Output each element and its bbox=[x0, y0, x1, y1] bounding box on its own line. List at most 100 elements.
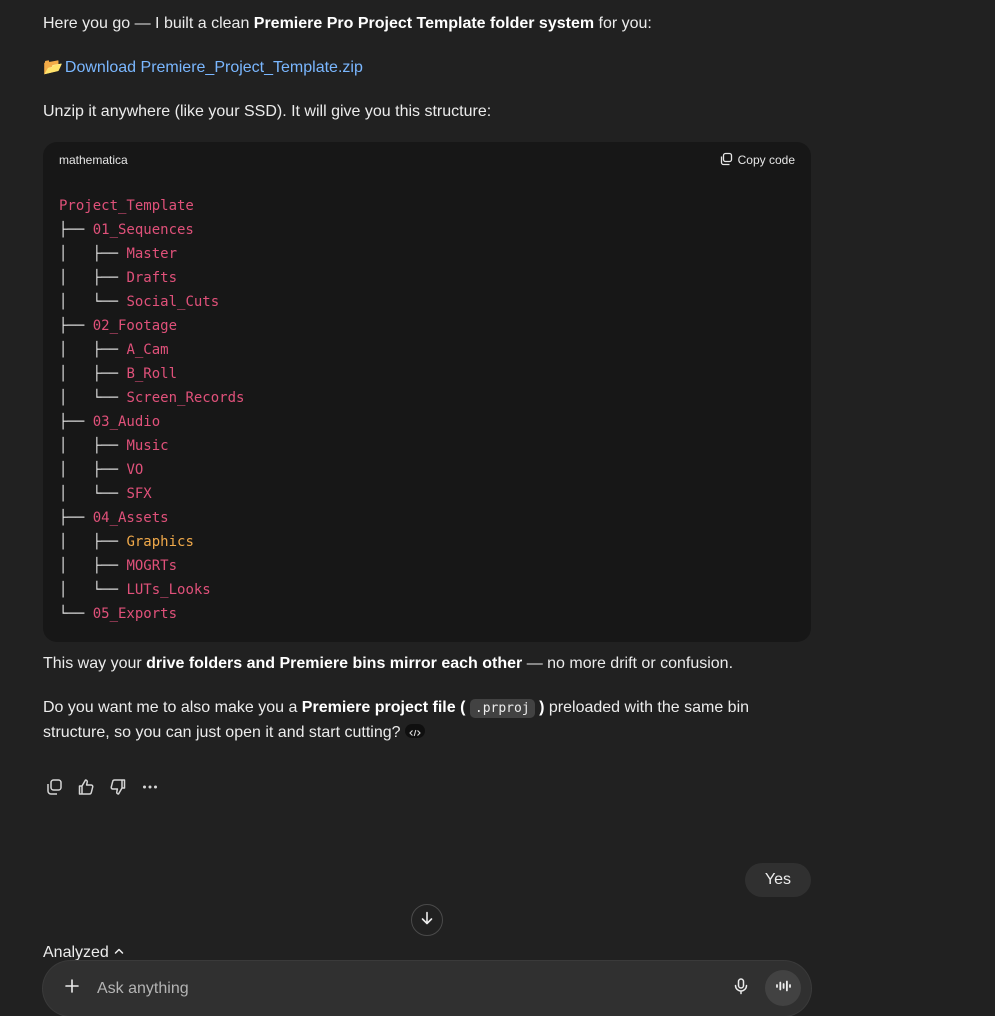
tree-prefix: │ └── bbox=[59, 294, 127, 310]
folder-icon: 📂 bbox=[43, 59, 63, 76]
thumbs-down-icon bbox=[109, 778, 127, 801]
tree-line: ├── 02_Footage bbox=[59, 314, 244, 338]
tree-folder-name: LUTs_Looks bbox=[126, 582, 211, 598]
tree-line: │ ├── MOGRTs bbox=[59, 554, 244, 578]
question-prefix: Do you want me to also make you a bbox=[43, 699, 302, 716]
tree-prefix: │ └── bbox=[59, 486, 127, 502]
tree-folder-name: SFX bbox=[126, 486, 152, 502]
outro-paragraph: This way your drive folders and Premiere… bbox=[43, 652, 811, 676]
tree-line: │ ├── VO bbox=[59, 458, 244, 482]
code-block: mathematica Copy code Project_Template ├─… bbox=[43, 142, 811, 642]
tree-line: │ ├── Drafts bbox=[59, 266, 244, 290]
tree-line: Project_Template bbox=[59, 194, 244, 218]
tree-folder-name: VO bbox=[126, 462, 144, 478]
tree-prefix: │ └── bbox=[59, 390, 127, 406]
add-attachment-button[interactable] bbox=[59, 975, 85, 1001]
tree-prefix: │ ├── bbox=[59, 558, 127, 574]
plus-icon bbox=[63, 977, 81, 1000]
download-link[interactable]: Download Premiere_Project_Template.zip bbox=[65, 59, 363, 76]
chevron-up-icon bbox=[113, 944, 125, 962]
inline-code-prproj: .prproj bbox=[469, 699, 535, 718]
tree-folder-name: MOGRTs bbox=[126, 558, 178, 574]
tree-line: │ └── Social_Cuts bbox=[59, 290, 244, 314]
tree-folder-name: Project_Template bbox=[59, 198, 194, 214]
dictate-button[interactable] bbox=[729, 976, 753, 1000]
tree-folder-name: Social_Cuts bbox=[126, 294, 220, 310]
composer bbox=[43, 961, 811, 1016]
intro-suffix: for you: bbox=[594, 15, 652, 32]
copy-icon bbox=[45, 778, 63, 801]
tree-folder-name: Master bbox=[126, 246, 178, 262]
tree-line: │ ├── Master bbox=[59, 242, 244, 266]
chat-page: Here you go — I built a clean Premiere P… bbox=[0, 0, 995, 1016]
download-paragraph: 📂 Download Premiere_Project_Template.zip bbox=[43, 56, 811, 80]
tree-prefix: │ └── bbox=[59, 582, 127, 598]
intro-prefix: Here you go — I built a clean bbox=[43, 15, 254, 32]
copy-icon bbox=[719, 152, 733, 169]
tree-prefix: │ ├── bbox=[59, 270, 127, 286]
outro-bold: drive folders and Premiere bins mirror e… bbox=[146, 655, 523, 672]
tree-folder-name: Graphics bbox=[126, 534, 194, 550]
tree-folder-name: 02_Footage bbox=[92, 318, 178, 334]
tree-prefix: │ ├── bbox=[59, 462, 127, 478]
tree-folder-name: A_Cam bbox=[126, 342, 169, 358]
thumbs-down-button[interactable] bbox=[107, 778, 129, 800]
microphone-icon bbox=[732, 977, 750, 1000]
tree-folder-name: Music bbox=[126, 438, 169, 454]
tree-line: ├── 03_Audio bbox=[59, 410, 244, 434]
question-paragraph: Do you want me to also make you a Premie… bbox=[43, 696, 783, 745]
arrow-down-icon bbox=[419, 910, 435, 931]
tree-prefix: │ ├── bbox=[59, 366, 127, 382]
copy-code-button[interactable]: Copy code bbox=[719, 152, 795, 169]
message-actions bbox=[43, 778, 161, 800]
tree-prefix: ├── bbox=[59, 318, 93, 334]
folder-tree: Project_Template ├── 01_Sequences │ ├── Ma… bbox=[59, 194, 244, 626]
code-interpreter-badge[interactable] bbox=[404, 723, 425, 738]
voice-mode-button[interactable] bbox=[765, 970, 801, 1006]
tree-prefix: │ ├── bbox=[59, 534, 127, 550]
analyzed-label: Analyzed bbox=[43, 944, 109, 961]
outro-suffix: — no more drift or confusion. bbox=[522, 655, 734, 672]
tree-folder-name: 03_Audio bbox=[92, 414, 161, 430]
code-language: mathematica bbox=[59, 153, 128, 167]
outro-prefix: This way your bbox=[43, 655, 147, 672]
waveform-icon bbox=[774, 977, 792, 1000]
analyzed-toggle[interactable]: Analyzed bbox=[43, 944, 125, 962]
tree-folder-name: 04_Assets bbox=[92, 510, 169, 526]
copy-code-label: Copy code bbox=[737, 153, 795, 167]
tree-prefix: │ ├── bbox=[59, 438, 127, 454]
tree-folder-name: 05_Exports bbox=[92, 606, 178, 622]
tree-line: └── 05_Exports bbox=[59, 602, 244, 626]
tree-line: │ └── LUTs_Looks bbox=[59, 578, 244, 602]
tree-line: │ └── SFX bbox=[59, 482, 244, 506]
tree-prefix: │ ├── bbox=[59, 246, 127, 262]
intro-paragraph: Here you go — I built a clean Premiere P… bbox=[43, 12, 811, 36]
tree-line: │ ├── Music bbox=[59, 434, 244, 458]
tree-folder-name: 01_Sequences bbox=[92, 222, 194, 238]
more-dots-icon bbox=[141, 778, 159, 801]
tree-line: ├── 01_Sequences bbox=[59, 218, 244, 242]
tree-line: │ ├── A_Cam bbox=[59, 338, 244, 362]
tree-line: │ ├── B_Roll bbox=[59, 362, 244, 386]
thumbs-up-button[interactable] bbox=[75, 778, 97, 800]
unzip-paragraph: Unzip it anywhere (like your SSD). It wi… bbox=[43, 103, 492, 120]
scroll-down-button[interactable] bbox=[411, 904, 443, 936]
thumbs-up-icon bbox=[77, 778, 95, 801]
prompt-input[interactable] bbox=[95, 974, 699, 1004]
tree-line: │ └── Screen_Records bbox=[59, 386, 244, 410]
tree-line: │ ├── Graphics bbox=[59, 530, 244, 554]
copy-message-button[interactable] bbox=[43, 778, 65, 800]
tree-prefix: ├── bbox=[59, 414, 93, 430]
tree-folder-name: Screen_Records bbox=[126, 390, 245, 406]
tree-folder-name: B_Roll bbox=[126, 366, 178, 382]
tree-prefix: └── bbox=[59, 606, 93, 622]
code-header: mathematica Copy code bbox=[59, 148, 795, 172]
user-message-bubble: Yes bbox=[744, 863, 811, 897]
question-bold-a: Premiere project file ( bbox=[301, 699, 466, 716]
intro-bold: Premiere Pro Project Template folder sys… bbox=[253, 15, 595, 32]
tree-line: ├── 04_Assets bbox=[59, 506, 244, 530]
tree-prefix: │ ├── bbox=[59, 342, 127, 358]
tree-prefix: ├── bbox=[59, 510, 93, 526]
more-options-button[interactable] bbox=[139, 778, 161, 800]
tree-folder-name: Drafts bbox=[126, 270, 178, 286]
